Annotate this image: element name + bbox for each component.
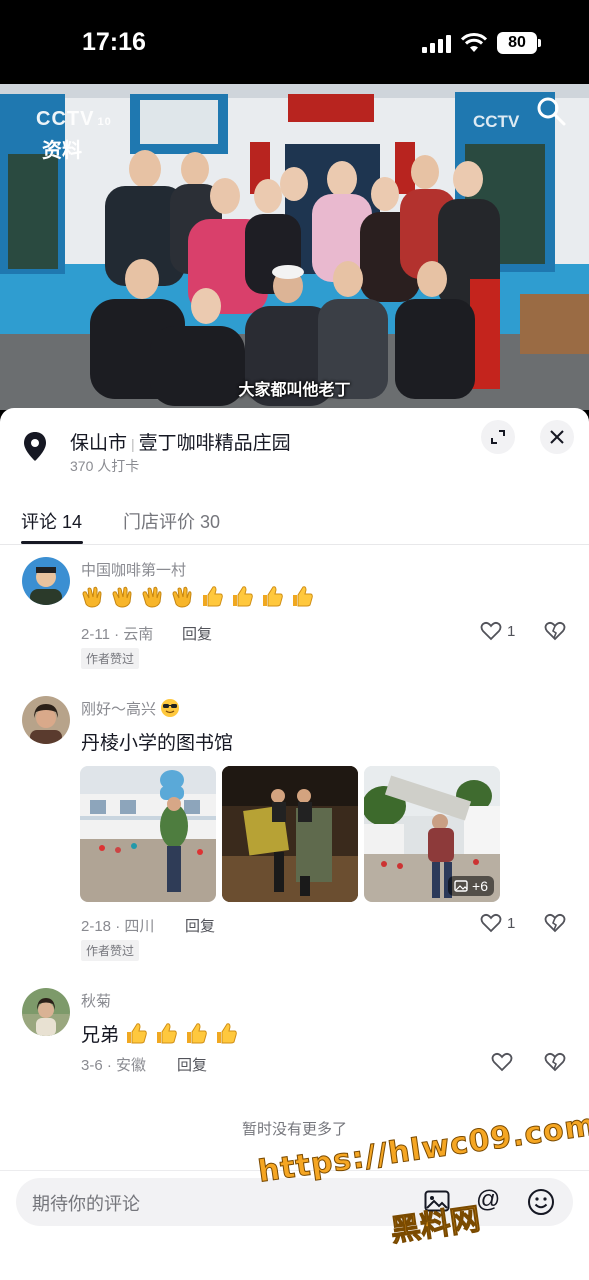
cctv-logo-right: CCTV bbox=[473, 112, 520, 131]
broken-heart-icon bbox=[544, 913, 566, 933]
thumbs-up-icon bbox=[200, 584, 225, 609]
username-text: 刚好～高兴 bbox=[81, 701, 157, 718]
like-button[interactable]: 1 bbox=[480, 913, 515, 933]
more-photos-count: +6 bbox=[472, 878, 488, 894]
thumbs-up-icon bbox=[230, 584, 255, 609]
thumbs-up-icon bbox=[214, 1021, 239, 1046]
author-liked-badge: 作者赞过 bbox=[81, 648, 140, 669]
clap-icon bbox=[110, 584, 135, 609]
like-button[interactable]: 1 bbox=[480, 621, 515, 641]
cellular-signal-icon bbox=[422, 33, 451, 53]
thumbs-up-icon bbox=[184, 1021, 209, 1046]
comment-emoji-row bbox=[80, 584, 315, 609]
close-icon bbox=[550, 430, 564, 444]
group-photo-image bbox=[0, 84, 589, 410]
status-time: 17:16 bbox=[82, 28, 146, 56]
comment-username[interactable]: 秋菊 bbox=[81, 990, 111, 1011]
thumbs-up-icon bbox=[260, 584, 285, 609]
comment-text: 兄弟 bbox=[81, 1025, 120, 1046]
avatar[interactable] bbox=[22, 696, 70, 744]
comment-username[interactable]: 中国咖啡第一村 bbox=[81, 559, 186, 580]
tab-comments[interactable]: 评论 14 bbox=[21, 508, 82, 534]
mention-icon[interactable]: @ bbox=[476, 1186, 500, 1214]
dislike-button[interactable] bbox=[544, 621, 566, 646]
video-caption: 大家都叫他老丁 bbox=[238, 382, 351, 399]
close-button[interactable] bbox=[540, 420, 574, 454]
comment-username[interactable]: 刚好～高兴 bbox=[81, 698, 180, 722]
comment-date-location: 3-6 · 安徽 bbox=[81, 1057, 147, 1074]
comment-photo[interactable] bbox=[222, 766, 358, 902]
tab-bar: 评论 14 门店评价 30 bbox=[0, 500, 589, 545]
dislike-button[interactable] bbox=[544, 1052, 566, 1077]
expand-button[interactable] bbox=[481, 420, 515, 454]
author-liked-badge: 作者赞过 bbox=[81, 940, 140, 961]
comment-input-placeholder: 期待你的评论 bbox=[32, 1194, 140, 1214]
emoji-picker-icon[interactable] bbox=[527, 1188, 555, 1221]
sunglasses-emoji-icon bbox=[160, 698, 180, 722]
location-name: 壹丁咖啡精品庄园 bbox=[138, 433, 291, 454]
avatar[interactable] bbox=[22, 557, 70, 605]
comment-photo[interactable]: +6 bbox=[364, 766, 500, 902]
comment-photo[interactable] bbox=[80, 766, 216, 902]
heart-icon bbox=[480, 621, 502, 641]
comment-text-row: 兄弟 bbox=[81, 1020, 239, 1047]
title-divider: | bbox=[131, 436, 135, 452]
avatar[interactable] bbox=[22, 988, 70, 1036]
status-icons: 80 bbox=[422, 32, 541, 54]
expand-icon bbox=[491, 430, 505, 444]
dislike-button[interactable] bbox=[544, 913, 566, 938]
more-photos-badge[interactable]: +6 bbox=[448, 876, 494, 896]
tab-store-reviews[interactable]: 门店评价 30 bbox=[123, 508, 220, 534]
wifi-icon bbox=[461, 33, 487, 53]
thumbs-up-icon bbox=[290, 584, 315, 609]
status-bar: 17:16 80 bbox=[0, 0, 589, 84]
heart-icon bbox=[480, 913, 502, 933]
clap-icon bbox=[170, 584, 195, 609]
cctv-logo: CCTV 10 bbox=[36, 108, 112, 130]
location-pin-icon bbox=[22, 430, 48, 464]
like-button[interactable] bbox=[491, 1052, 513, 1072]
thumbs-up-icon bbox=[154, 1021, 179, 1046]
clap-icon bbox=[80, 584, 105, 609]
active-tab-indicator bbox=[21, 541, 83, 544]
location-title[interactable]: 保山市 | 壹丁咖啡精品庄园 bbox=[70, 428, 291, 455]
search-icon[interactable] bbox=[536, 96, 566, 131]
thumbs-up-icon bbox=[124, 1021, 149, 1046]
checkin-count: 370 人打卡 bbox=[70, 458, 140, 474]
battery-icon: 80 bbox=[497, 32, 541, 54]
reply-button[interactable]: 回复 bbox=[182, 623, 212, 644]
like-count: 1 bbox=[507, 914, 516, 932]
video-player[interactable]: CCTV 10 资料 CCTV 大家都叫他老丁 bbox=[0, 84, 589, 410]
clap-icon bbox=[140, 584, 165, 609]
reply-button[interactable]: 回复 bbox=[177, 1054, 207, 1075]
broken-heart-icon bbox=[544, 621, 566, 641]
like-count: 1 bbox=[507, 622, 516, 640]
comment-text: 丹棱小学的图书馆 bbox=[81, 733, 234, 754]
image-icon bbox=[454, 880, 468, 892]
broken-heart-icon bbox=[544, 1052, 566, 1072]
comment-date-location: 2-18 · 四川 bbox=[81, 918, 155, 935]
location-city: 保山市 bbox=[70, 433, 128, 454]
heart-icon bbox=[491, 1052, 513, 1072]
channel-subtitle: 资料 bbox=[42, 140, 82, 162]
comment-date-location: 2-11 · 云南 bbox=[81, 626, 154, 643]
reply-button[interactable]: 回复 bbox=[185, 915, 215, 936]
